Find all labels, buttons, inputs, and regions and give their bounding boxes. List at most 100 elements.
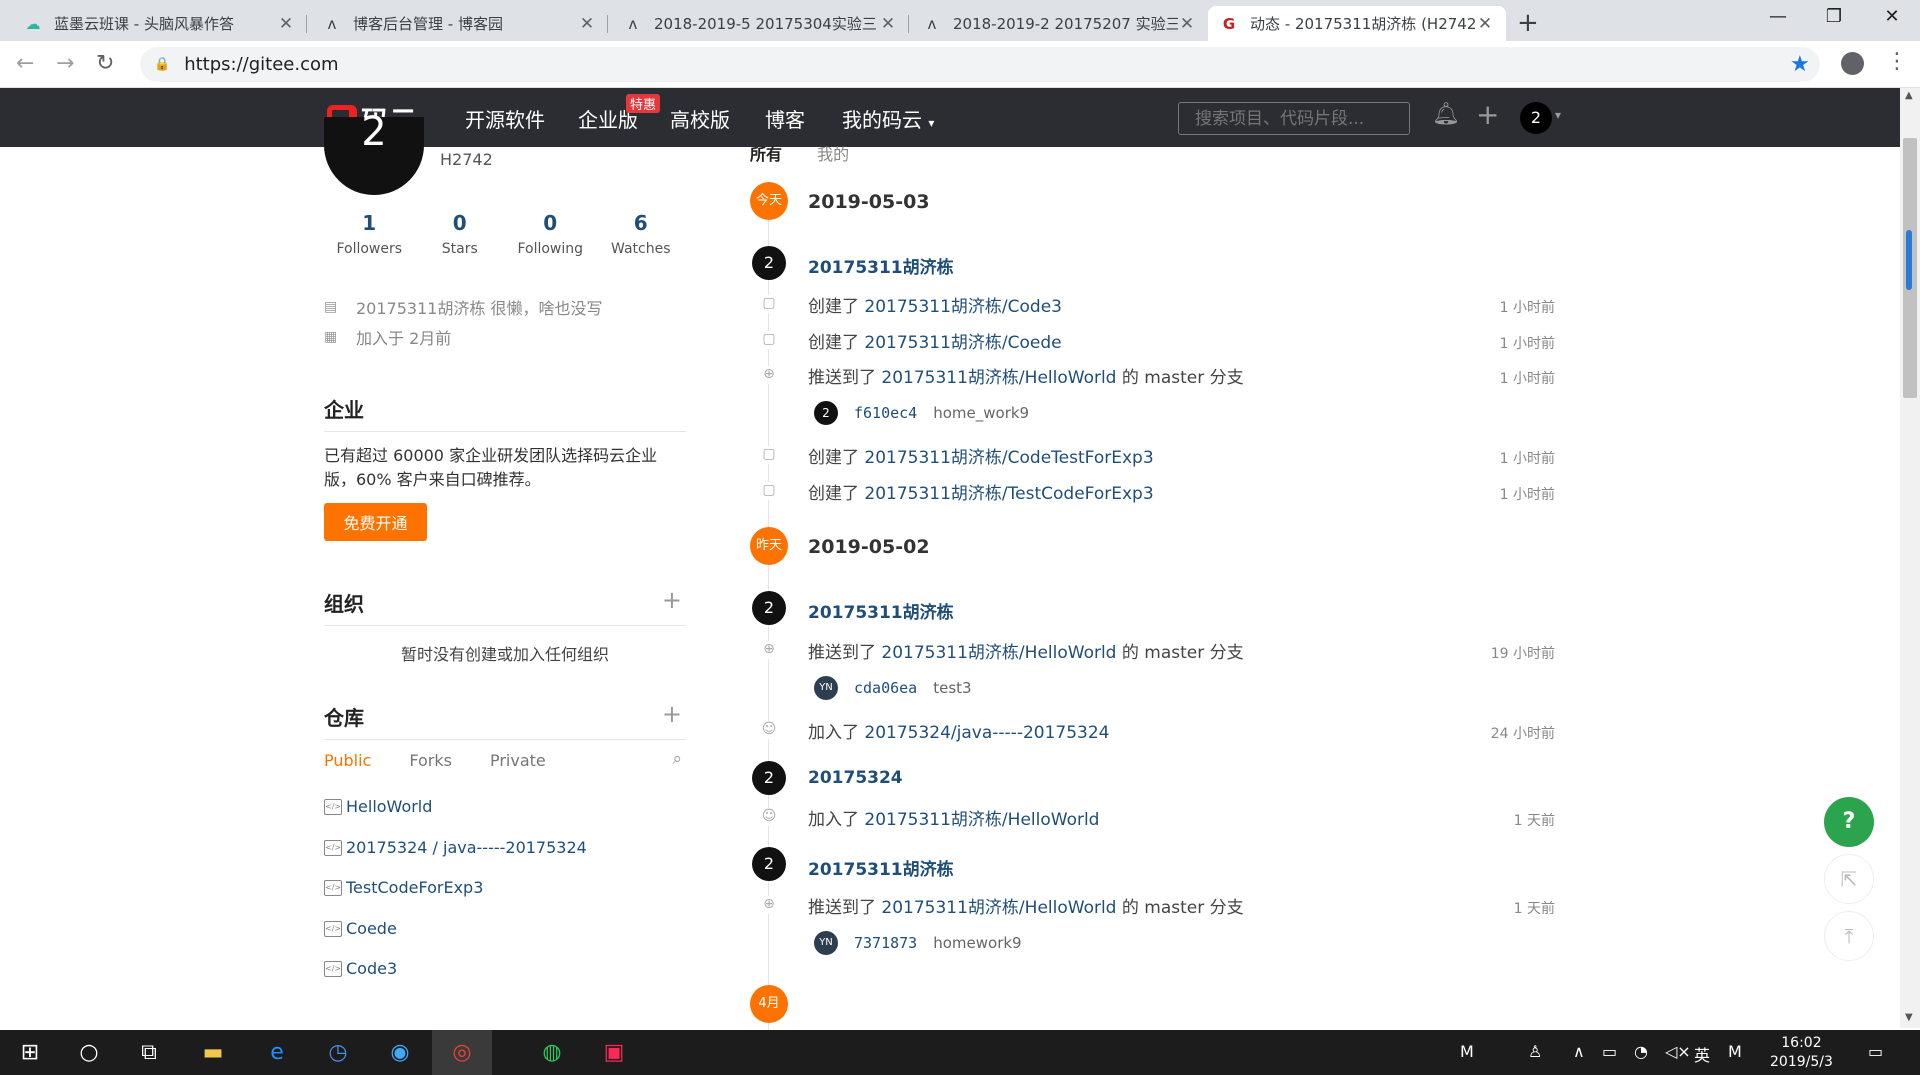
browser-tab-1[interactable]: ☁ 蓝墨云班课 - 头脑风暴作答 ✕ <box>12 6 307 41</box>
feed-event: 推送到了 20175311胡济栋/HelloWorld 的 master 分支 <box>808 898 1244 918</box>
browser-tab-2[interactable]: ᴧ 博客后台管理 - 博客园 ✕ <box>311 6 608 41</box>
m-ime-icon[interactable]: M <box>1728 1042 1742 1061</box>
forward-button[interactable]: → <box>56 51 74 76</box>
repo-item[interactable]: </> Coede <box>324 919 397 938</box>
event-link[interactable]: 20175311胡济栋/Coede <box>864 333 1061 353</box>
windows-start-icon[interactable]: ⊞ <box>15 1038 45 1068</box>
repo-item[interactable]: </> HelloWorld <box>324 797 432 816</box>
feed-user[interactable]: 20175311胡济栋 <box>808 855 954 880</box>
stat-followers[interactable]: 1 Followers <box>324 211 415 257</box>
event-link[interactable]: 20175311胡济栋/Code3 <box>864 297 1062 317</box>
chevron-down-icon[interactable]: ▾ <box>1555 108 1561 122</box>
nav-my-gitee[interactable]: 我的码云 ▾ <box>842 104 934 133</box>
event-link[interactable]: 20175311胡济栋/HelloWorld <box>864 810 1099 830</box>
event-link[interactable]: 20175311胡济栋/HelloWorld <box>881 898 1116 918</box>
repo-item[interactable]: </> 20175324 / java-----20175324 <box>324 838 587 857</box>
free-trial-button[interactable]: 免费开通 <box>324 503 427 541</box>
close-icon[interactable]: ✕ <box>879 14 897 34</box>
close-icon[interactable]: ✕ <box>277 14 295 34</box>
m-app-icon[interactable]: M <box>1460 1042 1474 1061</box>
event-link[interactable]: 20175311胡济栋/HelloWorld <box>881 643 1116 663</box>
avatar[interactable]: 2 <box>752 761 786 795</box>
search-icon[interactable]: ⌕ <box>672 749 682 769</box>
taskbar-clock[interactable]: 16:02 2019/5/3 <box>1770 1034 1833 1072</box>
event-link[interactable]: 20175311胡济栋/TestCodeForExp3 <box>864 484 1153 504</box>
tab-forks[interactable]: Forks <box>409 751 452 770</box>
task-view-icon[interactable]: ⧉ <box>134 1038 164 1068</box>
minimize-button[interactable]: — <box>1758 6 1798 27</box>
people-icon[interactable]: ♙ <box>1528 1042 1542 1061</box>
push-icon: ⊕ <box>760 641 778 659</box>
repo-item[interactable]: </> TestCodeForExp3 <box>324 878 483 897</box>
stat-stars[interactable]: 0 Stars <box>415 211 506 257</box>
chrome-icon[interactable]: ◎ <box>447 1038 477 1068</box>
add-repo-icon[interactable]: + <box>662 700 682 728</box>
nav-education[interactable]: 高校版 <box>670 104 730 133</box>
add-org-icon[interactable]: + <box>662 586 682 614</box>
feed-user[interactable]: 20175311胡济栋 <box>808 598 954 623</box>
repo-item[interactable]: </> Code3 <box>324 959 397 978</box>
browser-tab-strip: ☁ 蓝墨云班课 - 头脑风暴作答 ✕ ᴧ 博客后台管理 - 博客园 ✕ ᴧ 20… <box>0 0 1920 41</box>
stat-watches[interactable]: 6 Watches <box>596 211 687 257</box>
search-input[interactable] <box>1178 102 1410 135</box>
event-link[interactable]: 20175311胡济栋/CodeTestForExp3 <box>864 448 1153 468</box>
scroll-down-icon[interactable]: ▼ <box>1905 1012 1913 1023</box>
nav-blog[interactable]: 博客 <box>765 104 805 133</box>
ime-indicator[interactable]: 英 <box>1694 1042 1710 1066</box>
tab-public[interactable]: Public <box>324 751 371 770</box>
commit-sha[interactable]: cda06ea <box>854 679 917 697</box>
wifi-icon[interactable]: ◔ <box>1634 1042 1648 1061</box>
new-tab-button[interactable]: + <box>1517 8 1539 38</box>
nav-open-source[interactable]: 开源软件 <box>465 104 545 133</box>
plus-icon[interactable]: + <box>1476 98 1499 131</box>
stat-following[interactable]: 0 Following <box>505 211 596 257</box>
notification-icon[interactable]: ▭ <box>1868 1042 1883 1061</box>
bell-icon[interactable]: 🔔︎ <box>1432 102 1460 127</box>
event-link[interactable]: 20175311胡济栋/HelloWorld <box>881 368 1116 388</box>
page-scrollbar[interactable]: ▲ ▼ <box>1900 88 1920 1028</box>
restore-button[interactable]: ❐ <box>1814 6 1854 27</box>
feed-user[interactable]: 20175324 <box>808 768 903 788</box>
volume-icon[interactable]: ◁× <box>1665 1042 1691 1061</box>
share-icon[interactable]: ⇱ <box>1824 854 1874 904</box>
back-button[interactable]: ← <box>16 51 34 76</box>
menu-kebab-icon[interactable]: ⋮ <box>1886 49 1908 74</box>
back-to-top-icon[interactable]: ⤒ <box>1824 911 1874 961</box>
browser-tab-5[interactable]: G 动态 - 20175311胡济栋 (H2742 ✕ <box>1208 6 1506 41</box>
avatar[interactable]: 2 <box>1520 102 1552 134</box>
avatar[interactable]: 2 <box>752 847 786 881</box>
browser-tab-3[interactable]: ᴧ 2018-2019-5 20175304实验三 ✕ <box>612 6 909 41</box>
close-icon[interactable]: ✕ <box>1178 14 1196 34</box>
edge-icon[interactable]: e <box>262 1038 292 1068</box>
feed-user[interactable]: 20175311胡济栋 <box>808 253 954 278</box>
close-icon[interactable]: ✕ <box>578 14 596 34</box>
browser-tab-4[interactable]: ᴧ 2018-2019-2 20175207 实验三 ✕ <box>911 6 1208 41</box>
app-icon[interactable]: ◉ <box>385 1038 415 1068</box>
filter-all[interactable]: 所有 <box>750 145 782 164</box>
intellij-icon[interactable]: ▣ <box>599 1038 629 1068</box>
bookmark-star-icon[interactable]: ★ <box>1790 52 1810 77</box>
avatar[interactable]: 2 <box>752 591 786 625</box>
account-icon[interactable] <box>1841 52 1864 75</box>
chevron-up-icon[interactable]: ∧ <box>1573 1042 1585 1061</box>
tab-private[interactable]: Private <box>490 751 546 770</box>
avatar[interactable]: 2 <box>752 246 786 280</box>
commit-sha[interactable]: f610ec4 <box>854 404 917 422</box>
help-button[interactable]: ? <box>1824 797 1874 847</box>
close-window-button[interactable]: ✕ <box>1872 6 1912 27</box>
reload-button[interactable]: ↻ <box>96 51 114 76</box>
battery-icon[interactable]: ▭ <box>1602 1042 1617 1061</box>
avatar: YN <box>814 676 838 700</box>
file-explorer-icon[interactable]: ▬ <box>198 1038 228 1068</box>
filter-mine[interactable]: 我的 <box>817 145 849 164</box>
commit-sha[interactable]: 7371873 <box>854 934 917 952</box>
date-label: 2019-05-02 <box>808 536 930 558</box>
wechat-icon[interactable]: ◍ <box>537 1038 567 1068</box>
event-link[interactable]: 20175324/java-----20175324 <box>864 723 1109 743</box>
cortana-search-icon[interactable]: ○ <box>74 1038 104 1068</box>
close-icon[interactable]: ✕ <box>1476 14 1494 34</box>
clock-app-icon[interactable]: ◷ <box>323 1038 353 1068</box>
address-bar[interactable]: 🔒 https://gitee.com <box>140 47 1820 82</box>
event-time: 1 小时前 <box>1499 451 1555 467</box>
scroll-up-icon[interactable]: ▲ <box>1905 90 1913 101</box>
